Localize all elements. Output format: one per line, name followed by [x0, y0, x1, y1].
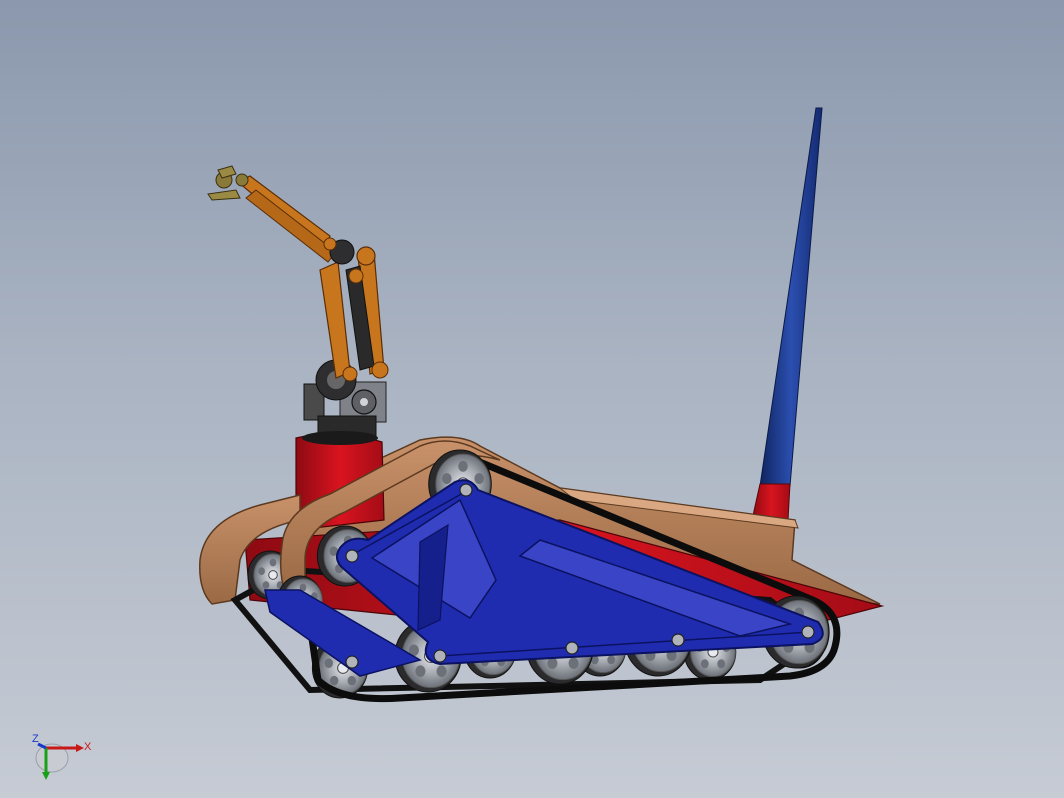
graphics-viewport[interactable]: X Z Y	[0, 0, 1064, 798]
bolt	[459, 483, 473, 497]
robot-tank-model[interactable]	[0, 0, 1064, 798]
bolt	[433, 649, 447, 663]
bolt	[345, 549, 359, 563]
z-axis-label: Z	[32, 733, 39, 745]
bolt	[671, 633, 685, 647]
coordinate-triad-icon: X Z Y	[28, 728, 92, 780]
bolt	[345, 655, 359, 669]
x-axis-label: X	[84, 741, 92, 753]
antenna[interactable]	[751, 107, 823, 521]
z-axis	[37, 742, 47, 750]
x-axis-arrow	[76, 744, 84, 752]
robot-arm[interactable]	[236, 175, 389, 382]
bolt	[565, 641, 579, 655]
y-axis-arrow	[42, 772, 50, 780]
y-axis-label: Y	[28, 728, 36, 731]
arm-gripper[interactable]	[207, 165, 249, 201]
bolt	[801, 625, 815, 639]
